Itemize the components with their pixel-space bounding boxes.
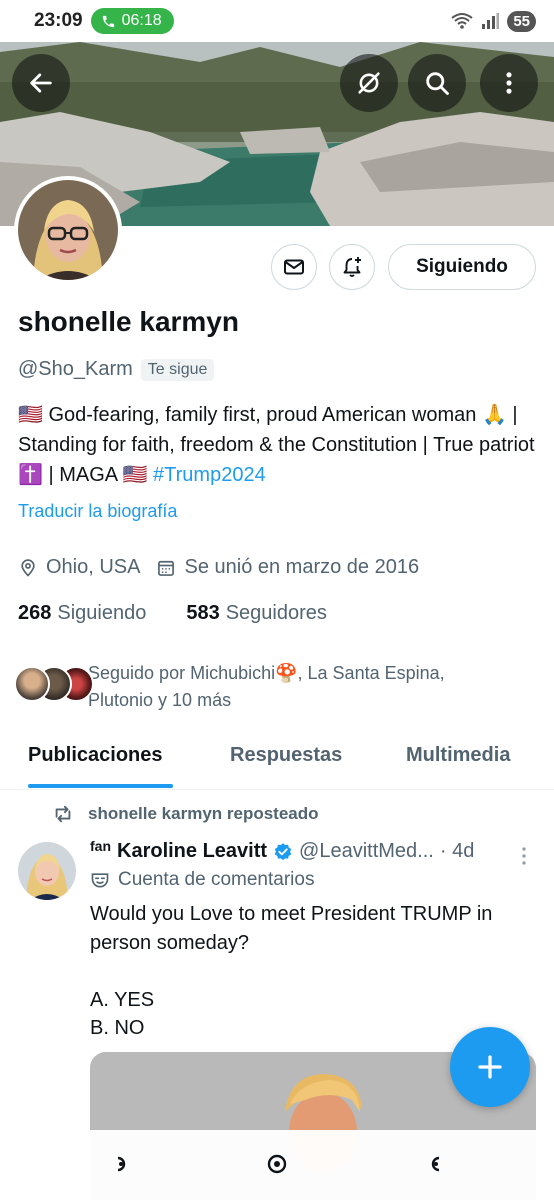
post-more-icon[interactable]	[520, 846, 528, 866]
search-icon	[426, 72, 449, 95]
calendar-icon	[158, 560, 175, 576]
fan-label: fan	[90, 837, 111, 854]
profile-handle: @Sho_Karm	[18, 358, 133, 380]
compose-post-button[interactable]	[450, 1027, 530, 1107]
repost-icon	[55, 805, 71, 823]
followers-stat[interactable]: 583 Seguidores	[186, 602, 327, 625]
post-author-avatar[interactable]	[18, 842, 76, 900]
profile-name: shonelle karmyn	[18, 306, 239, 337]
followed-by-avatars	[14, 666, 94, 702]
following-button[interactable]: Siguiendo	[388, 244, 536, 290]
profile-meta: Ohio, USA Se unió en marzo de 2016	[18, 556, 435, 579]
arrow-left-icon	[30, 73, 52, 93]
bell-plus-icon	[343, 257, 361, 277]
more-options-button[interactable]	[480, 54, 538, 112]
profile-avatar[interactable]	[14, 176, 122, 284]
status-bar: 23:09 06:18 55	[0, 0, 554, 42]
tab-media[interactable]: Multimedia	[406, 728, 510, 767]
nav-notifications-icon[interactable]	[422, 1152, 446, 1176]
nav-home-icon[interactable]	[110, 1152, 134, 1176]
verified-badge-icon	[274, 842, 292, 860]
post-author-name[interactable]: Karoline Leavitt	[117, 840, 267, 863]
repost-label: shonelle karmyn reposteado	[88, 804, 319, 823]
joined-item: Se unió en marzo de 2016	[156, 556, 419, 579]
translate-bio-link[interactable]: Traducir la biografía	[18, 501, 177, 522]
active-tab-indicator	[28, 784, 173, 788]
repost-indicator: shonelle karmyn reposteado	[52, 803, 319, 825]
mail-icon	[284, 259, 304, 275]
grok-button[interactable]	[340, 54, 398, 112]
wifi-icon	[451, 13, 473, 29]
followed-by-text: Seguido por Michubichi🍄, La Santa Espina…	[88, 663, 445, 710]
ongoing-call-pill[interactable]: 06:18	[90, 8, 174, 34]
search-button[interactable]	[408, 54, 466, 112]
profile-tabs: Publicaciones Respuestas Multimedia	[0, 728, 554, 790]
following-count: 268	[18, 602, 52, 624]
message-button[interactable]	[271, 244, 317, 290]
post-header: fan Karoline Leavitt @LeavittMed... · 4d	[90, 837, 475, 863]
following-label: Siguiendo	[57, 602, 147, 624]
status-time: 23:09	[34, 10, 83, 31]
follows-you-badge: Te sigue	[140, 358, 215, 381]
back-button[interactable]	[12, 54, 70, 112]
follow-stats: 268 Siguiendo 583 Seguidores	[18, 602, 367, 625]
location-pin-icon	[21, 558, 35, 577]
plus-icon	[478, 1055, 502, 1079]
tab-replies[interactable]: Respuestas	[230, 728, 342, 767]
follower-avatar	[14, 666, 50, 702]
tab-posts[interactable]: Publicaciones	[28, 728, 163, 767]
location-text: Ohio, USA	[46, 556, 141, 578]
profile-bio: 🇺🇸 God-fearing, family first, proud Amer…	[18, 400, 538, 490]
followers-label: Seguidores	[225, 602, 327, 624]
bottom-navigation	[0, 1130, 554, 1200]
followed-by-row[interactable]: Seguido por Michubichi🍄, La Santa Espina…	[14, 660, 478, 714]
followers-count: 583	[186, 602, 220, 624]
post-author-handle: @LeavittMed...	[299, 840, 434, 862]
call-timer: 06:18	[121, 12, 162, 29]
notifications-button[interactable]	[329, 244, 375, 290]
more-vertical-icon	[506, 72, 512, 94]
bio-text: 🇺🇸 God-fearing, family first, proud Amer…	[18, 404, 535, 486]
nav-spaces-icon[interactable]	[265, 1152, 289, 1176]
location-item: Ohio, USA	[18, 556, 140, 579]
handle-row: @Sho_Karm Te sigue	[18, 358, 215, 381]
account-type-label: Cuenta de comentarios	[118, 869, 315, 890]
following-stat[interactable]: 268 Siguiendo	[18, 602, 146, 625]
battery-indicator: 55	[507, 10, 536, 32]
post-timestamp: · 4d	[439, 840, 475, 862]
post-text: Would you Love to meet President TRUMP i…	[90, 903, 493, 1039]
signal-icon	[482, 13, 500, 29]
phone-icon	[102, 15, 114, 27]
bio-hashtag-link[interactable]: #Trump2024	[153, 464, 266, 486]
avatar-image	[18, 180, 118, 280]
parody-mask-icon	[91, 873, 109, 888]
grok-icon	[358, 72, 380, 94]
joined-text: Se unió en marzo de 2016	[184, 556, 420, 578]
account-type-row: Cuenta de comentarios	[90, 869, 314, 891]
post-avatar-image	[18, 842, 76, 900]
